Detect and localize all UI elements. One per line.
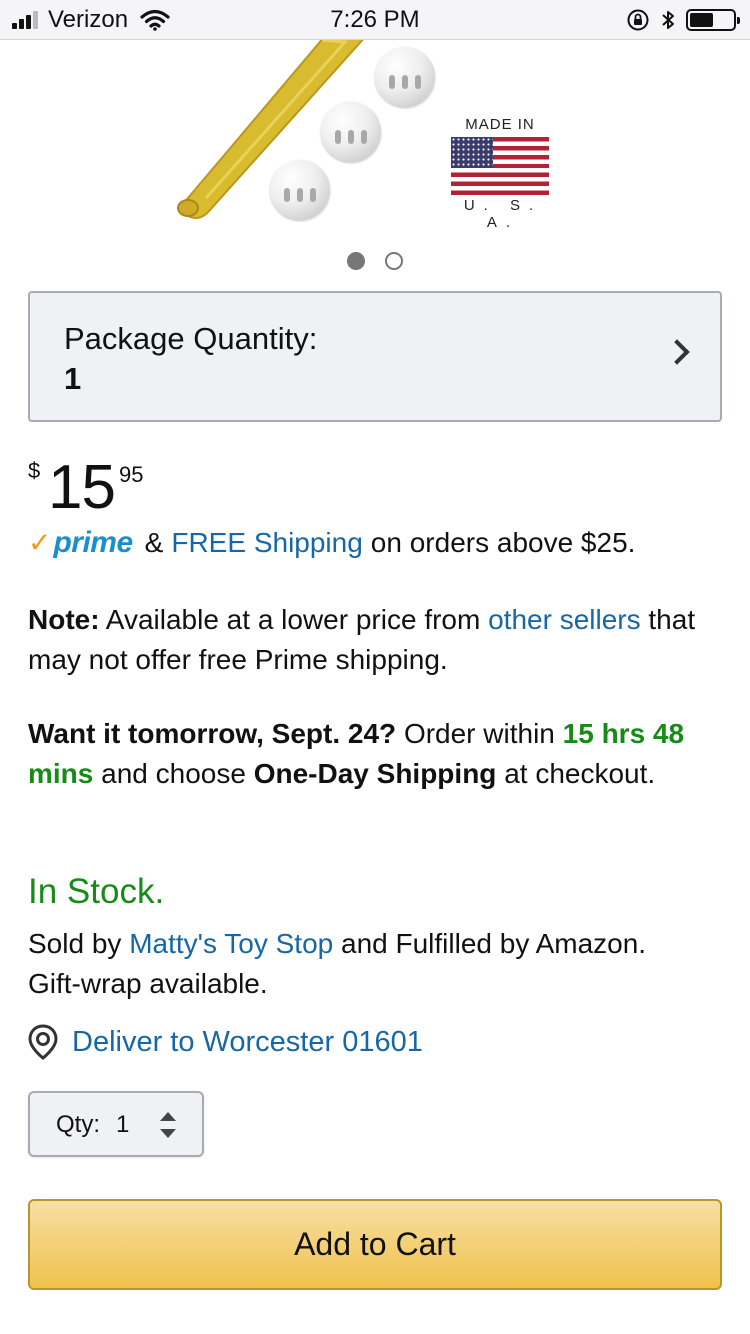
status-right [626,8,740,32]
prime-wordmark: prime [53,526,133,559]
deliver-to-text: Deliver to Worcester 01601 [72,1025,423,1058]
made-in-usa-badge: MADE IN U. S. A. [448,116,552,231]
price-whole: 15 [48,453,116,522]
note-text: Available at a lower price from [105,604,481,635]
promo-order-within: Order within [403,718,555,749]
delivery-promo: Want it tomorrow, Sept. 24? Order within… [28,714,728,794]
seller-link[interactable]: Matty's Toy Stop [129,928,333,959]
promo-and-choose: and choose [101,758,246,789]
carousel-dots [0,252,750,270]
up-down-arrows-icon [160,1112,176,1138]
gift-wrap: Gift-wrap available. [28,968,268,999]
lower-price-note: Note: Available at a lower price from ot… [28,600,728,680]
prime-logo: ✓ prime [28,526,133,560]
orientation-lock-icon [627,9,649,31]
free-shipping-link[interactable]: FREE Shipping [171,527,362,559]
status-bar: Verizon 7:26 PM [0,0,750,40]
product-image[interactable]: MADE IN U. S. A. [0,40,750,235]
us-flag-icon [451,137,549,195]
promo-suffix: at checkout. [504,758,656,789]
note-label: Note: [28,604,100,635]
fulfilled-by: and Fulfilled by Amazon. [341,928,647,959]
promo-shipping-method: One-Day Shipping [253,758,497,789]
package-quantity-label: Package Quantity: [64,321,318,356]
battery-icon [686,9,740,31]
bluetooth-icon [662,11,674,29]
carousel-dot-1[interactable] [347,252,365,270]
quantity-value: 1 [116,1111,130,1138]
shipping-amp: & [144,527,164,558]
add-to-cart-button[interactable]: Add to Cart [28,1199,722,1290]
in-stock-status: In Stock. [28,872,165,911]
quantity-dropdown[interactable]: Qty: 1 [28,1091,204,1157]
sold-by-prefix: Sold by [28,928,122,959]
shipping-condition: on orders above $25. [370,527,636,558]
wiffle-ball [375,47,435,107]
price-fraction: 95 [119,462,144,487]
price-currency-symbol: $ [28,458,41,483]
badge-top-text: MADE IN [465,116,535,133]
carousel-dot-2[interactable] [385,252,403,270]
chevron-right-icon [664,339,690,365]
deliver-to-link[interactable]: Deliver to Worcester 01601 [28,1024,423,1060]
quantity-label: Qty: [56,1111,101,1138]
shipping-line: ✓ prime & FREE Shipping on orders above … [28,526,728,560]
prime-check-icon: ✓ [28,527,52,558]
other-sellers-link[interactable]: other sellers [488,604,641,635]
seller-info: Sold by Matty's Toy Stop and Fulfilled b… [28,924,728,1004]
location-pin-icon [28,1024,58,1060]
wiffle-ball [270,160,330,220]
package-quantity-value: 1 [64,361,82,396]
wiffle-ball [321,102,381,162]
badge-bottom-text: U. S. A. [463,197,543,231]
promo-headline: Want it tomorrow, Sept. 24? [28,718,397,749]
battery-level [690,13,713,27]
package-quantity-selector[interactable]: Package Quantity: 1 [28,291,722,422]
